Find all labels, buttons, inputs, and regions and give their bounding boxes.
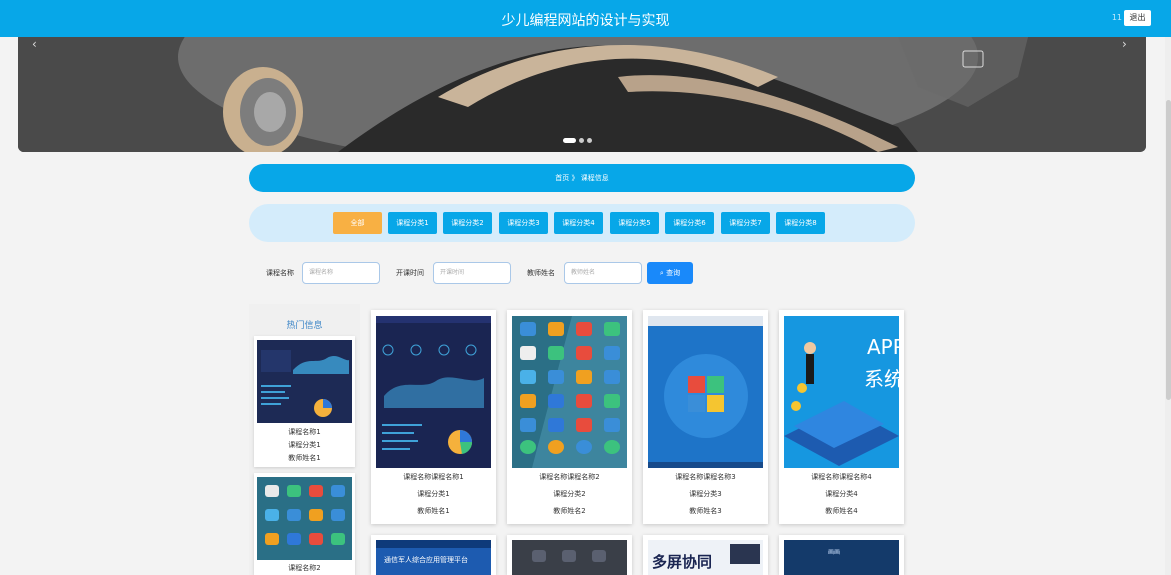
hot-item-name: 课程名称2 [288, 564, 321, 572]
banner-carousel[interactable]: ‹ › [18, 37, 1146, 152]
course-teacher: 教师姓名2 [553, 507, 586, 515]
course-image-caption-app: APP [867, 335, 899, 359]
course-image: 画画 [784, 540, 899, 575]
course-image-caption: 多屏协同 [652, 553, 712, 571]
course-name: 课程名称课程名称1 [403, 473, 464, 481]
course-category: 课程分类2 [553, 490, 586, 498]
course-card[interactable]: 课程名称课程名称3 课程分类3 教师姓名3 [643, 310, 768, 524]
course-image: 多屏协同 [648, 540, 763, 575]
category-item[interactable]: 课程分类4 [554, 212, 603, 234]
page-scrollbar-thumb[interactable] [1166, 100, 1171, 400]
hot-item-image [257, 477, 352, 560]
carousel-dot[interactable] [579, 138, 584, 143]
course-category: 课程分类3 [689, 490, 722, 498]
hot-item[interactable]: 课程名称2 [254, 473, 355, 575]
start-time-input[interactable]: 开课时间 [433, 262, 511, 284]
category-item[interactable]: 课程分类6 [665, 212, 714, 234]
category-all[interactable]: 全部 [333, 212, 382, 234]
course-teacher: 教师姓名1 [417, 507, 450, 515]
course-image-caption-system: 系统 [864, 367, 899, 391]
search-icon: ⌕ [659, 269, 664, 277]
course-image: 通信军人综合应用管理平台 [376, 540, 491, 575]
course-image: APP 系统 [784, 316, 899, 468]
search-button-label: 查询 [666, 269, 681, 277]
top-navbar: 少儿编程网站的设计与实现 11 退出 [0, 0, 1171, 37]
course-card[interactable]: APP 系统 课程名称课程名称4 课程分类4 教师姓名4 [779, 310, 904, 524]
course-image-caption: 通信军人综合应用管理平台 [384, 555, 468, 564]
course-card[interactable]: 课程名称课程名称2 课程分类2 教师姓名2 [507, 310, 632, 524]
course-card[interactable] [507, 535, 632, 575]
carousel-prev-icon[interactable]: ‹ [32, 37, 37, 51]
hot-info-title: 热门信息 [286, 321, 323, 331]
hot-item[interactable]: 课程名称1 课程分类1 教师姓名1 [254, 336, 355, 467]
username: 11 [1111, 13, 1122, 22]
course-image [512, 316, 627, 468]
breadcrumb-separator: 》 [571, 174, 579, 182]
banner-image [18, 37, 1146, 152]
course-image [512, 540, 627, 575]
start-time-label: 开课时间 [396, 269, 424, 277]
breadcrumb: 首页 》 课程信息 [249, 164, 915, 192]
site-title: 少儿编程网站的设计与实现 [501, 13, 670, 29]
course-name-input[interactable]: 课程名称 [302, 262, 380, 284]
hot-item-teacher: 教师姓名1 [288, 454, 321, 462]
course-name: 课程名称课程名称4 [811, 473, 872, 481]
category-item[interactable]: 课程分类8 [776, 212, 825, 234]
category-item[interactable]: 课程分类2 [443, 212, 492, 234]
course-category: 课程分类1 [417, 490, 450, 498]
breadcrumb-current: 课程信息 [580, 174, 609, 182]
hot-item-image [257, 340, 352, 423]
course-image-caption: 画画 [828, 549, 840, 556]
logout-button[interactable]: 退出 [1124, 10, 1151, 26]
course-name-label: 课程名称 [266, 269, 294, 277]
category-item[interactable]: 课程分类3 [499, 212, 548, 234]
carousel-indicators [563, 138, 592, 143]
course-name: 课程名称课程名称3 [675, 473, 736, 481]
course-category: 课程分类4 [825, 490, 858, 498]
carousel-dot[interactable] [587, 138, 592, 143]
category-filter-bar: 全部 课程分类1 课程分类2 课程分类3 课程分类4 课程分类5 课程分类6 课… [249, 204, 915, 242]
course-name: 课程名称课程名称2 [539, 473, 600, 481]
course-image [376, 316, 491, 468]
hot-item-category: 课程分类1 [288, 441, 321, 449]
course-card[interactable]: 通信军人综合应用管理平台 [371, 535, 496, 575]
category-item[interactable]: 课程分类1 [388, 212, 437, 234]
course-teacher: 教师姓名3 [689, 507, 722, 515]
course-card[interactable]: 画画 [779, 535, 904, 575]
course-image [648, 316, 763, 468]
category-item[interactable]: 课程分类7 [721, 212, 770, 234]
course-teacher: 教师姓名4 [825, 507, 858, 515]
carousel-next-icon[interactable]: › [1122, 37, 1127, 51]
breadcrumb-home[interactable]: 首页 [555, 174, 569, 182]
category-item[interactable]: 课程分类5 [610, 212, 659, 234]
course-card[interactable]: 多屏协同 [643, 535, 768, 575]
hot-info-panel: 热门信息 课程名称1 课程分类1 教师姓名1 课程名称2 [249, 304, 360, 575]
search-button[interactable]: ⌕ 查询 [647, 262, 693, 284]
carousel-dot[interactable] [563, 138, 576, 143]
teacher-name-input[interactable]: 教师姓名 [564, 262, 642, 284]
teacher-name-label: 教师姓名 [527, 269, 555, 277]
hot-item-name: 课程名称1 [288, 428, 321, 436]
course-card[interactable]: 课程名称课程名称1 课程分类1 教师姓名1 [371, 310, 496, 524]
